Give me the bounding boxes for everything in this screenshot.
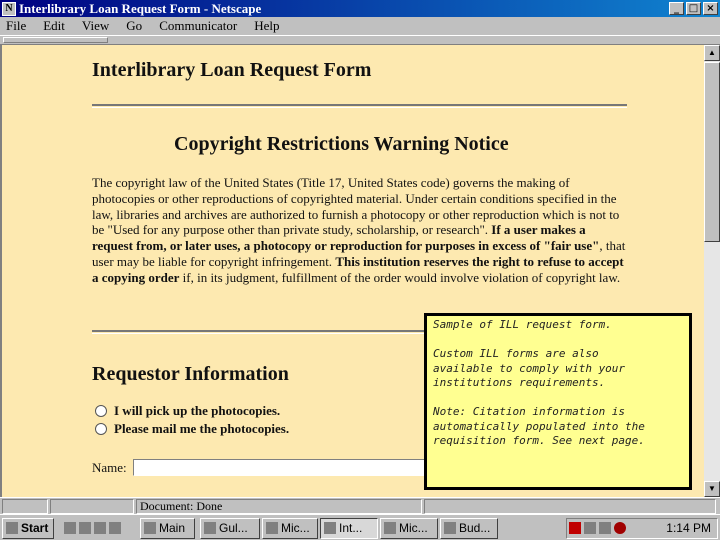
maximize-button[interactable]: □ (686, 2, 701, 15)
volume-icon[interactable] (599, 522, 611, 534)
quick-launch-icons[interactable] (60, 518, 136, 539)
name-input[interactable] (132, 459, 453, 476)
folder-icon (204, 522, 216, 534)
scroll-up-icon[interactable]: ▲ (704, 45, 720, 61)
menu-edit[interactable]: Edit (43, 18, 65, 34)
collapsed-toolbar (0, 35, 720, 45)
security-lock-icon[interactable] (2, 499, 48, 514)
minimize-button[interactable]: _ (669, 2, 684, 15)
folder-icon (144, 522, 156, 534)
taskbar-item-mic-word[interactable]: Mic... (380, 518, 438, 539)
network-icon[interactable] (584, 522, 596, 534)
menu-help[interactable]: Help (254, 18, 279, 34)
taskbar-item-main[interactable]: Main (140, 518, 195, 539)
taskbar-item-int[interactable]: Int... (320, 518, 378, 539)
taskbar-item-label: Main (159, 521, 186, 535)
word-icon (384, 522, 396, 534)
quick-launch-icon[interactable] (79, 522, 91, 534)
name-row: Name: (92, 459, 453, 476)
taskbar-item-label: Gul... (219, 521, 248, 535)
menu-view[interactable]: View (82, 18, 109, 34)
quick-launch-icon[interactable] (94, 522, 106, 534)
note-line-2: Custom ILL forms are also available to c… (433, 347, 626, 389)
window-title-bar[interactable]: N Interlibrary Loan Request Form - Netsc… (0, 0, 720, 17)
menu-file[interactable]: File (6, 18, 26, 34)
taskbar-item-label: Mic... (399, 521, 428, 535)
netscape-tray-icon[interactable] (569, 522, 581, 534)
mail-option-label: Please mail me the photocopies. (114, 421, 290, 436)
status-component-bar (424, 499, 716, 514)
taskbar-item-mic[interactable]: Mic... (262, 518, 318, 539)
document-icon (444, 522, 456, 534)
vertical-scrollbar[interactable]: ▲ ▼ (704, 45, 720, 497)
quick-launch-icon[interactable] (64, 522, 76, 534)
pickup-radio[interactable] (95, 405, 107, 417)
scroll-down-icon[interactable]: ▼ (704, 481, 720, 497)
requestor-section-title: Requestor Information (92, 363, 289, 385)
page-title: Interlibrary Loan Request Form (92, 59, 372, 81)
note-line-3: Note: Citation information is automatica… (433, 405, 645, 447)
status-text: Document: Done (136, 499, 422, 514)
status-bar: Document: Done (0, 497, 720, 514)
start-label: Start (21, 521, 49, 535)
netscape-icon (324, 522, 336, 534)
close-button[interactable]: × (703, 2, 718, 15)
mail-option[interactable]: Please mail me the photocopies. (95, 421, 289, 437)
window-icon (266, 522, 278, 534)
taskbar-item-bud[interactable]: Bud... (440, 518, 498, 539)
callout-note: Sample of ILL request form. Custom ILL f… (424, 313, 692, 490)
progress-meter (50, 499, 134, 514)
antivirus-icon[interactable] (614, 522, 626, 534)
taskbar-item-label: Bud... (459, 521, 491, 535)
menu-bar: File Edit View Go Communicator Help (0, 17, 720, 35)
copyright-notice-text: The copyright law of the United States (… (92, 175, 627, 286)
divider (92, 104, 627, 108)
menu-go[interactable]: Go (126, 18, 142, 34)
netscape-icon: N (2, 1, 16, 16)
windows-logo-icon (6, 522, 18, 534)
taskbar-item-label: Mic... (281, 521, 310, 535)
mail-radio[interactable] (95, 423, 107, 435)
quick-launch-icon[interactable] (109, 522, 121, 534)
system-tray: 1:14 PM (566, 518, 718, 539)
window-title: Interlibrary Loan Request Form - Netscap… (19, 0, 262, 16)
notice-part-5: if, in its judgment, fulfillment of the … (179, 269, 621, 285)
toolbar-grip-handle[interactable] (3, 37, 108, 43)
pickup-option-label: I will pick up the photocopies. (114, 403, 281, 418)
notice-title: Copyright Restrictions Warning Notice (174, 133, 509, 155)
pickup-option[interactable]: I will pick up the photocopies. (95, 403, 280, 419)
menu-communicator[interactable]: Communicator (159, 18, 237, 34)
taskbar-item-label: Int... (339, 521, 363, 535)
scrollbar-thumb[interactable] (704, 62, 720, 242)
taskbar-item-gul[interactable]: Gul... (200, 518, 260, 539)
taskbar: Start Main Gul... Mic... Int... Mic... B… (0, 514, 720, 540)
start-button[interactable]: Start (2, 518, 54, 539)
name-label: Name: (92, 459, 127, 475)
note-line-1: Sample of ILL request form. (433, 318, 612, 331)
clock: 1:14 PM (666, 521, 711, 535)
